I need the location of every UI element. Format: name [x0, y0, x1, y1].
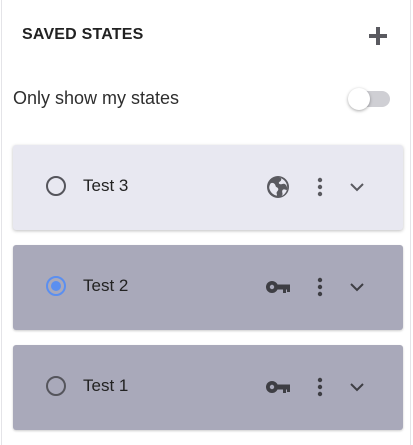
state-name: Test 2 [83, 276, 129, 295]
panel-title: SAVED STATES [22, 26, 144, 43]
expand-button[interactable] [347, 377, 367, 397]
toggle-thumb [348, 88, 370, 110]
globe-icon [265, 175, 291, 199]
state-radio-selected[interactable] [46, 276, 66, 296]
more-options-button[interactable] [311, 375, 329, 399]
only-my-states-toggle[interactable] [348, 88, 392, 110]
chevron-down-icon [350, 183, 364, 192]
panel-header: SAVED STATES [22, 24, 390, 48]
more-vert-icon [317, 277, 323, 297]
more-options-button[interactable] [311, 275, 329, 299]
state-radio[interactable] [46, 176, 66, 196]
chevron-down-icon [350, 383, 364, 392]
only-my-states-label: Only show my states [13, 88, 180, 108]
state-radio[interactable] [46, 376, 66, 396]
saved-states-panel: SAVED STATES Only show my states Test 3 [1, 0, 411, 445]
more-options-button[interactable] [311, 175, 329, 199]
filter-row: Only show my states [13, 86, 392, 112]
more-vert-icon [317, 377, 323, 397]
state-card-test-1[interactable]: Test 1 [13, 345, 403, 430]
state-card-test-3[interactable]: Test 3 [13, 145, 403, 230]
plus-icon [369, 27, 387, 45]
expand-button[interactable] [347, 277, 367, 297]
state-name: Test 1 [83, 376, 129, 395]
more-vert-icon [317, 177, 323, 197]
key-icon [265, 375, 291, 399]
add-state-button[interactable] [366, 24, 390, 48]
chevron-down-icon [350, 283, 364, 292]
expand-button[interactable] [347, 177, 367, 197]
key-icon [265, 275, 291, 299]
state-card-test-2[interactable]: Test 2 [13, 245, 403, 330]
state-name: Test 3 [83, 176, 129, 195]
